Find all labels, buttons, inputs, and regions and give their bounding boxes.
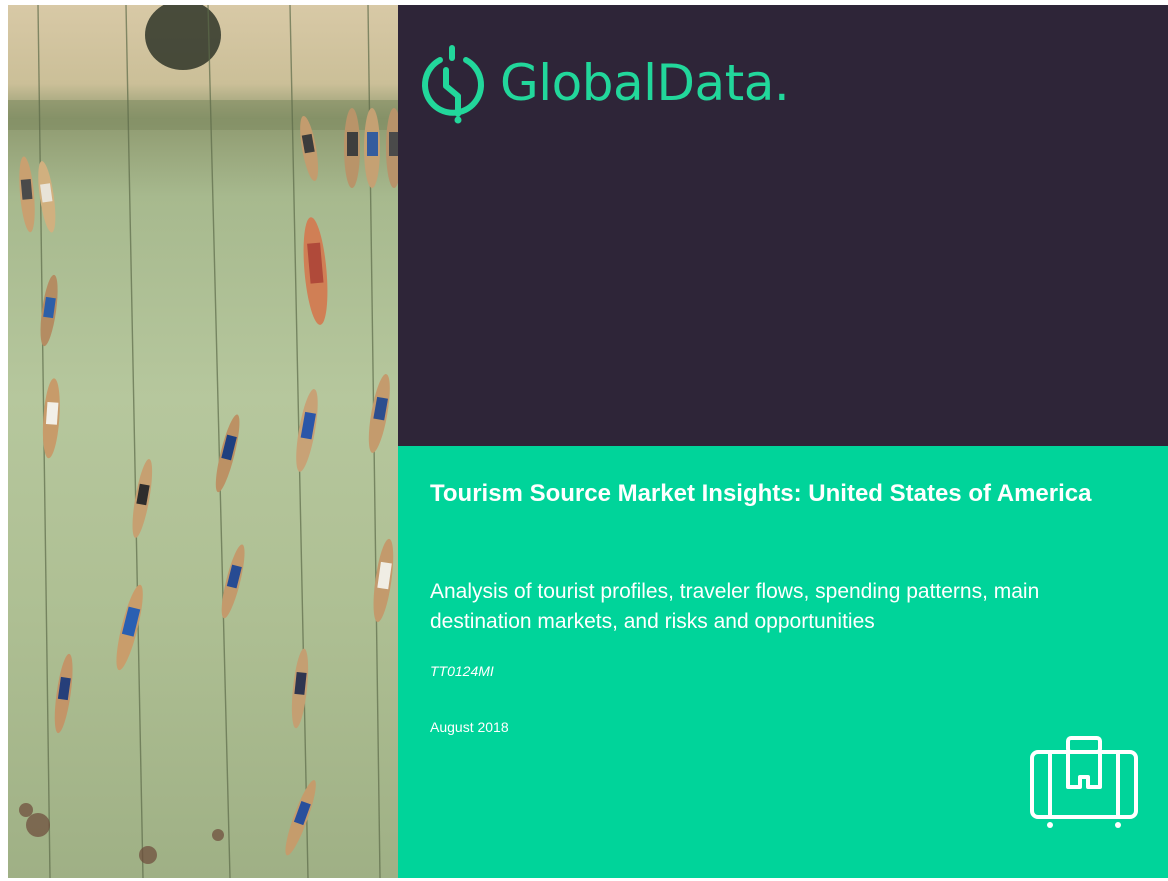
brand-logo: GlobalData.: [416, 40, 790, 126]
report-code: TT0124MI: [430, 663, 494, 679]
report-date: August 2018: [430, 719, 509, 735]
brand-name: GlobalData.: [500, 54, 790, 112]
globaldata-logo-icon: [422, 45, 484, 124]
boats-aerial-illustration: [8, 5, 398, 878]
report-subtitle: Analysis of tourist profiles, traveler f…: [430, 580, 1040, 633]
cover-photo-boats: [8, 5, 398, 878]
report-title: Tourism Source Market Insights: United S…: [430, 480, 1092, 507]
suitcase-icon: [1030, 736, 1138, 828]
